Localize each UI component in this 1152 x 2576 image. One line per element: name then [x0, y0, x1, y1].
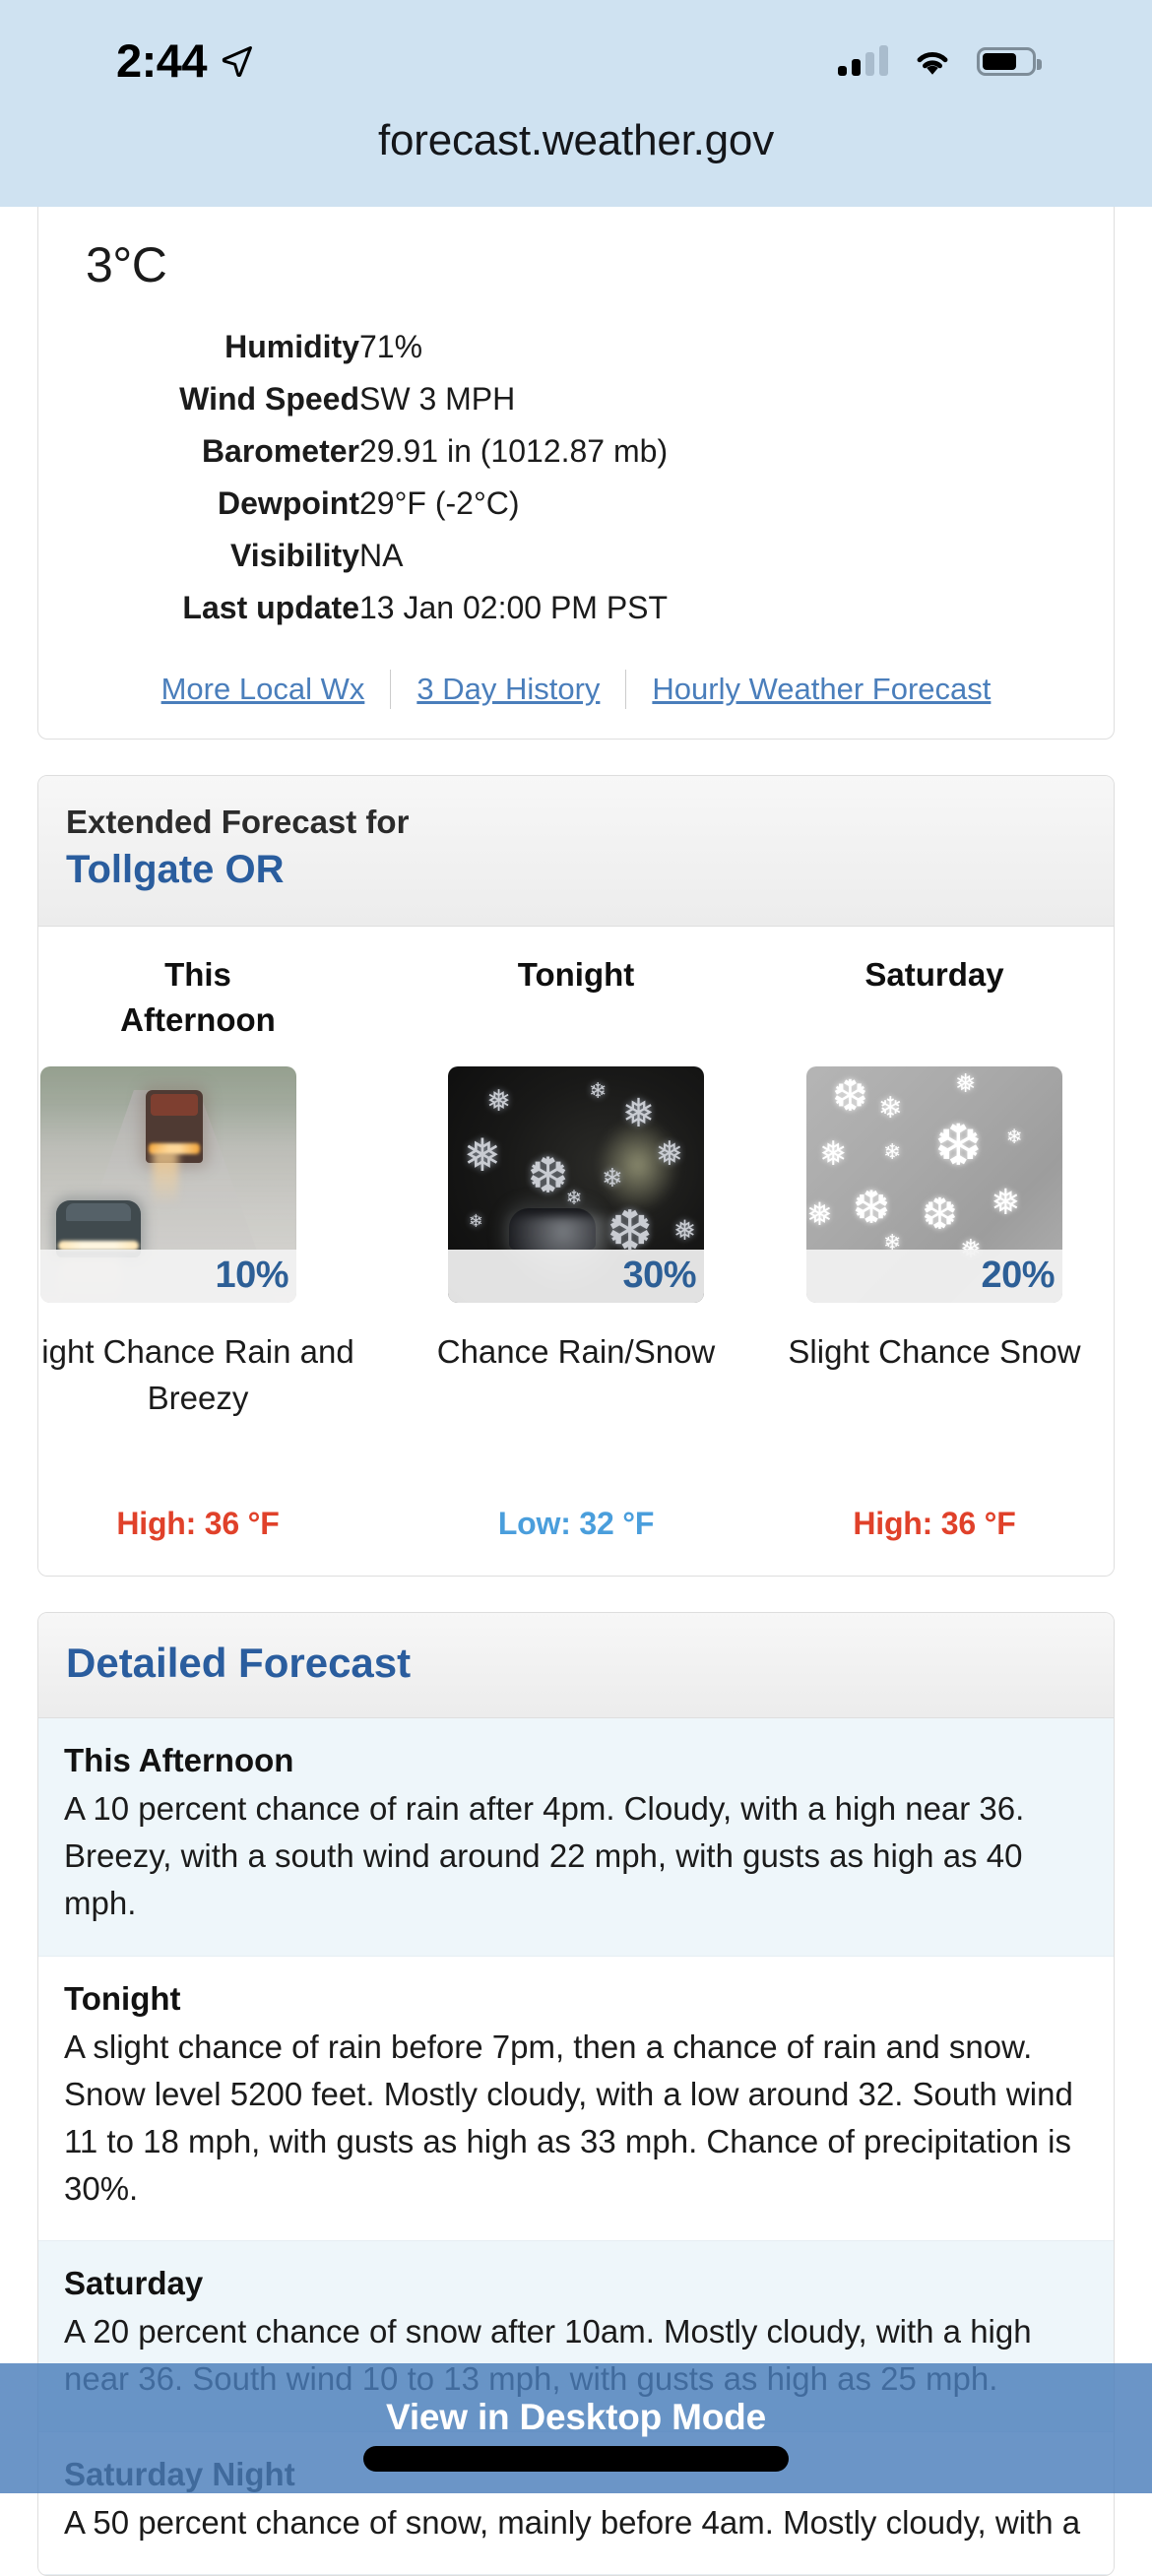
forecast-card-saturday[interactable]: Saturday ❆ ❄ ❅ ❅ ❄ ❆ ❄ ❅ ❆ ❆ ❅ ❄ ❅ 20% — [755, 952, 1114, 1542]
table-row: Barometer 29.91 in (1012.87 mb) — [64, 425, 1088, 478]
row-label-visibility: Visibility — [229, 538, 359, 574]
status-bar: 2:44 — [0, 0, 1152, 98]
extended-forecast-heading: Extended Forecast for — [66, 804, 410, 841]
row-value-dewpoint: 29°F (-2°C) — [359, 485, 520, 522]
forecast-card-temp-wrap: High: 36 °F — [38, 1506, 387, 1542]
view-in-desktop-mode-bar[interactable]: View in Desktop Mode — [0, 2363, 1152, 2493]
home-indicator[interactable] — [363, 2446, 789, 2472]
detailed-forecast-period-this-afternoon: This Afternoon A 10 percent chance of ra… — [38, 1718, 1114, 1957]
current-conditions-table: Humidity 71% Wind Speed SW 3 MPH Baromet… — [64, 321, 1088, 634]
row-label-barometer: Barometer — [201, 433, 359, 470]
forecast-card-high-temp: High: 36 °F — [853, 1505, 1016, 1541]
period-name: This Afternoon — [64, 1742, 294, 1778]
view-in-desktop-mode-label: View in Desktop Mode — [386, 2397, 766, 2437]
period-text: A 10 percent chance of rain after 4pm. C… — [64, 1790, 1025, 1922]
forecast-card-name: This Afternoon — [38, 952, 387, 1045]
link-divider — [390, 670, 392, 710]
wifi-icon — [917, 51, 948, 75]
status-bar-left: 2:44 — [0, 12, 254, 88]
browser-header: 2:44 forecast.weather.gov — [0, 0, 1152, 207]
precipitation-badge: 20% — [806, 1249, 1062, 1303]
forecast-card-name-line1: This — [164, 955, 231, 993]
forecast-card-name: Tonight — [517, 955, 635, 993]
row-value-humidity: 71% — [359, 329, 423, 364]
link-more-local-wx[interactable]: More Local Wx — [161, 672, 365, 707]
detailed-forecast-period-tonight: Tonight A slight chance of rain before 7… — [38, 1956, 1114, 2242]
row-value-wind-speed: SW 3 MPH — [359, 381, 516, 418]
extended-forecast-cards: This Afternoon 10% ight Chance Rain and … — [38, 926, 1114, 1576]
night-snow-icon: ❅ ❅ ❆ ❄ ❅ ❅ ❄ ❆ ❄ ❅ ❄ 30% — [448, 1065, 704, 1303]
forecast-card-tonight[interactable]: Tonight ❅ ❅ ❆ ❄ ❅ ❅ ❄ ❆ ❄ ❅ ❄ 30% Chance… — [397, 952, 755, 1542]
period-name: Tonight — [64, 1979, 181, 2017]
table-row: Wind Speed SW 3 MPH — [64, 373, 1088, 425]
period-name: Saturday — [64, 2265, 204, 2302]
row-label-humidity: Humidity — [224, 329, 359, 364]
browser-url-bar[interactable]: forecast.weather.gov — [0, 98, 1152, 207]
extended-forecast-location: Tollgate OR — [66, 848, 285, 892]
row-label-wind-speed: Wind Speed — [179, 381, 359, 418]
battery-icon — [977, 46, 1042, 76]
row-value-visibility: NA — [359, 538, 404, 574]
forecast-card-this-afternoon[interactable]: This Afternoon 10% ight Chance Rain and … — [38, 952, 397, 1542]
table-row: Visibility NA — [64, 530, 1088, 582]
link-3-day-history[interactable]: 3 Day History — [416, 672, 600, 707]
row-label-last-update: Last update — [182, 590, 359, 626]
forecast-card-description: Chance Rain/Snow — [436, 1332, 716, 1370]
table-row: Humidity 71% — [64, 321, 1088, 373]
detailed-forecast-title: Detailed Forecast — [66, 1639, 412, 1686]
forecast-card-description: ight Chance Rain and Breezy — [41, 1332, 354, 1417]
status-bar-clock: 2:44 — [116, 33, 208, 87]
extended-forecast-header: Extended Forecast for Tollgate OR — [38, 776, 1114, 927]
precipitation-badge: 30% — [448, 1249, 704, 1303]
location-arrow-icon — [222, 46, 253, 78]
forecast-card-temp-wrap: Low: 32 °F — [407, 1506, 745, 1542]
period-text: A slight chance of rain before 7pm, then… — [64, 2028, 1073, 2208]
current-conditions-body: 3°C Humidity 71% Wind Speed SW 3 MPH Bar… — [38, 207, 1114, 739]
current-conditions-panel: 3°C Humidity 71% Wind Speed SW 3 MPH Bar… — [37, 207, 1115, 741]
precipitation-value: 20% — [981, 1255, 1055, 1297]
forecast-card-high-temp: High: 36 °F — [116, 1505, 280, 1541]
link-hourly-weather-forecast[interactable]: Hourly Weather Forecast — [652, 672, 991, 707]
precipitation-value: 10% — [215, 1255, 288, 1297]
url-text: forecast.weather.gov — [377, 116, 774, 164]
detailed-forecast-header: Detailed Forecast — [38, 1612, 1114, 1718]
row-label-dewpoint: Dewpoint — [218, 485, 359, 522]
forecast-card-description: Slight Chance Snow — [788, 1332, 1081, 1370]
row-value-last-update: 13 Jan 02:00 PM PST — [359, 590, 669, 626]
page-content: 3°C Humidity 71% Wind Speed SW 3 MPH Bar… — [0, 207, 1152, 2576]
cellular-signal-icon — [838, 45, 888, 76]
row-value-barometer: 29.91 in (1012.87 mb) — [359, 433, 669, 470]
forecast-card-low-temp: Low: 32 °F — [497, 1505, 655, 1541]
period-text: A 50 percent chance of snow, mainly befo… — [64, 2503, 1081, 2541]
forecast-card-temp-wrap: High: 36 °F — [765, 1506, 1104, 1542]
table-row: Dewpoint 29°F (-2°C) — [64, 478, 1088, 530]
forecast-card-name: Saturday — [864, 955, 1004, 993]
link-divider — [625, 670, 627, 710]
rainy-road-photo-icon: 10% — [40, 1065, 296, 1303]
current-temperature: 3°C — [86, 237, 167, 292]
battery-fill — [983, 52, 1016, 70]
precipitation-badge: 10% — [40, 1249, 296, 1303]
extended-forecast-panel: Extended Forecast for Tollgate OR This A… — [37, 775, 1115, 1577]
precipitation-value: 30% — [622, 1255, 696, 1297]
current-conditions-links: More Local Wx 3 Day History Hourly Weath… — [64, 670, 1088, 710]
snow-icon: ❆ ❄ ❅ ❅ ❄ ❆ ❄ ❅ ❆ ❆ ❅ ❄ ❅ 20% — [806, 1065, 1062, 1303]
forecast-card-name-line2: Afternoon — [120, 1001, 276, 1039]
status-bar-right — [838, 22, 1093, 77]
table-row: Last update 13 Jan 02:00 PM PST — [64, 582, 1088, 634]
